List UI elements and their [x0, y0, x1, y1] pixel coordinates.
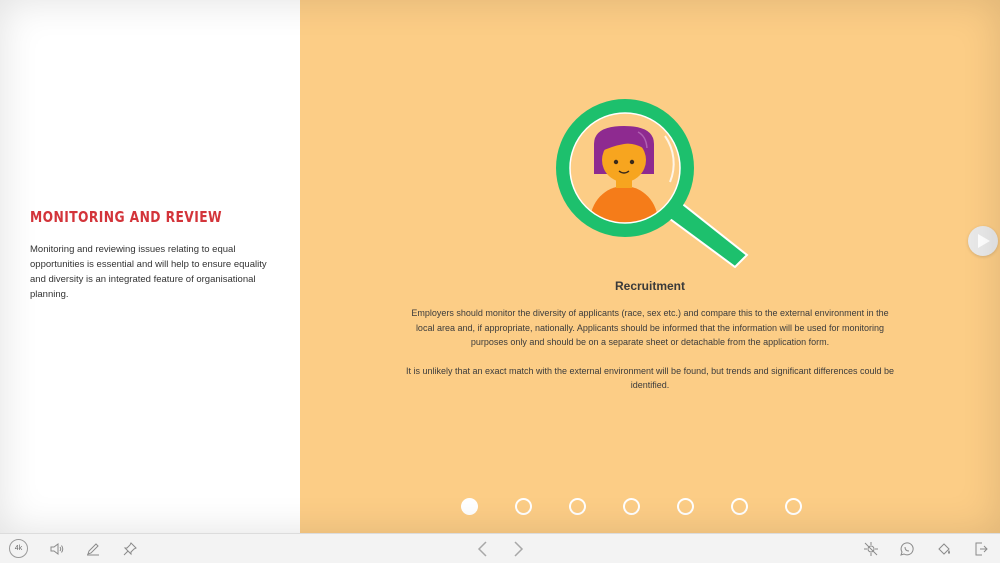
- pagination-dot-6[interactable]: [731, 498, 748, 515]
- section-heading: Recruitment: [614, 279, 685, 293]
- pagination-dot-1[interactable]: [461, 498, 478, 515]
- pagination-dot-3[interactable]: [569, 498, 586, 515]
- resolution-badge[interactable]: 4k: [9, 539, 28, 558]
- paint-bucket-icon[interactable]: [935, 540, 953, 558]
- pagination-dot-2[interactable]: [515, 498, 532, 515]
- pagination-dot-5[interactable]: [677, 498, 694, 515]
- prev-arrow-icon[interactable]: [473, 540, 491, 558]
- player-toolbar: 4k: [0, 533, 1000, 563]
- slide-intro-text: Monitoring and reviewing issues relating…: [30, 244, 267, 300]
- pin-icon[interactable]: [121, 540, 139, 558]
- next-slide-button[interactable]: [968, 226, 998, 256]
- exit-icon[interactable]: [972, 540, 990, 558]
- whatsapp-icon[interactable]: [898, 540, 916, 558]
- magnifier-with-woman-icon: [556, 99, 749, 268]
- next-arrow-icon[interactable]: [510, 540, 528, 558]
- section-paragraph: Employers should monitor the diversity o…: [411, 308, 889, 347]
- section-body: Employers should monitor the diversity o…: [405, 306, 895, 393]
- speaker-icon[interactable]: [48, 540, 66, 558]
- pagination-dot-4[interactable]: [623, 498, 640, 515]
- play-arrow-icon: [978, 234, 990, 248]
- pencil-icon[interactable]: [84, 540, 102, 558]
- slide-stage: Monitoring and Review Monitoring and rev…: [0, 0, 1000, 533]
- pagination-dots: [461, 498, 802, 516]
- section-paragraph: It is unlikely that an exact match with …: [405, 365, 895, 391]
- left-panel: Monitoring and Review Monitoring and rev…: [0, 0, 300, 533]
- no-animation-icon[interactable]: [862, 540, 880, 558]
- pagination-dot-7[interactable]: [785, 498, 802, 515]
- content-panel: Recruitment Employers should monitor the…: [300, 0, 1000, 533]
- slide-title: Monitoring and Review: [30, 208, 222, 226]
